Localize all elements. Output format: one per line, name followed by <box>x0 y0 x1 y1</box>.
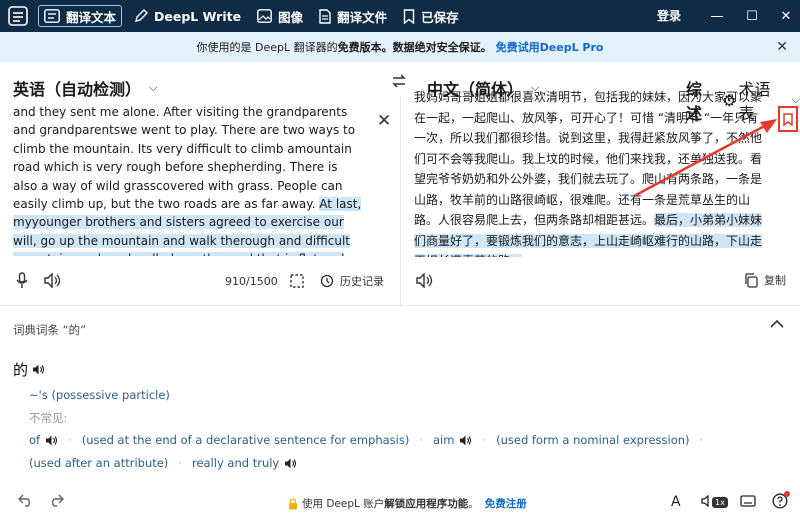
chevron-down-icon: ⌵ <box>791 93 800 106</box>
entry-really[interactable]: really and truly <box>192 456 279 470</box>
tab-translate-file[interactable]: 翻译文件 <box>313 0 393 32</box>
history-button[interactable]: 历史记录 <box>320 273 384 289</box>
speed-badge[interactable]: 1x <box>712 497 728 508</box>
deepl-logo-icon <box>8 6 28 26</box>
banner-bold: 免费版本。 <box>337 41 393 54</box>
save-translation-button[interactable] <box>778 106 798 132</box>
history-label: 历史记录 <box>340 275 384 288</box>
try-pro-link[interactable]: 免费试用DeepL Pro <box>496 39 604 55</box>
speaker-icon[interactable] <box>284 458 297 469</box>
bookmark-icon <box>783 112 793 126</box>
speaker-icon[interactable] <box>416 273 434 288</box>
uncommon-text: 不常见: <box>29 411 68 425</box>
source-language-select[interactable]: 英语（自动检测） ⌵ <box>13 76 157 100</box>
uncommon-label: 不常见: <box>29 410 67 426</box>
tab-saved[interactable]: 已保存 <box>397 0 465 32</box>
bookmark-icon <box>403 8 415 24</box>
promo-banner: 你使用的是 DeepL 翻译器的 免费版本。 数据绝对安全保证。 免费试用Dee… <box>0 32 800 62</box>
copy-label: 复制 <box>764 274 786 287</box>
separator-dot: · <box>482 433 487 447</box>
section-divider <box>0 305 800 306</box>
separator-dot: · <box>68 433 72 447</box>
banner-text: 你使用的是 DeepL 翻译器的 <box>196 41 338 54</box>
headword: 的 <box>13 361 29 379</box>
swap-languages-icon[interactable] <box>391 73 407 89</box>
entry-emphasis[interactable]: (used at the end of a declarative senten… <box>82 433 410 447</box>
redo-icon[interactable] <box>47 493 65 507</box>
source-text: and they sent me alone. After visiting t… <box>13 105 356 212</box>
panel-divider <box>400 96 401 306</box>
close-icon[interactable]: ✕ <box>776 39 788 55</box>
document-icon <box>319 8 331 24</box>
character-counter: 910/1500 <box>225 275 278 288</box>
footer-text-pre: 使用 DeepL 账户 <box>302 498 385 510</box>
tab-label: 图像 <box>278 9 304 25</box>
sense-text[interactable]: ~'s (possessive particle) <box>29 388 170 402</box>
keyboard-icon[interactable] <box>740 495 756 507</box>
chevron-up-icon[interactable] <box>769 317 785 331</box>
speaker-icon[interactable] <box>459 435 472 446</box>
tab-label: 已保存 <box>421 9 459 25</box>
tab-deepl-write[interactable]: DeepL Write <box>128 0 247 32</box>
banner-bold: 数据绝对安全保证。 <box>392 41 492 54</box>
tab-translate-text[interactable]: 翻译文本 <box>38 5 123 27</box>
tab-label: 翻译文本 <box>66 9 117 25</box>
entry-attribute[interactable]: (used after an attribute) <box>29 456 168 470</box>
entry-nominal[interactable]: (used form a nominal expression) <box>496 433 689 447</box>
history-icon <box>320 274 334 288</box>
select-area-icon[interactable] <box>290 274 304 288</box>
login-button[interactable]: 登录 <box>657 0 681 32</box>
entry-aim[interactable]: aim <box>433 433 454 447</box>
close-window-icon[interactable]: ✕ <box>772 0 800 32</box>
footer-text-post: 。 <box>468 498 479 510</box>
target-text-area[interactable]: 我妈妈哥哥姐姐都很喜欢清明节，包括我的妹妹，因为大家可以聚在一起，一起爬山、放风… <box>414 87 764 257</box>
separator-dot: · <box>699 433 704 447</box>
dictionary-entries-row: (used after an attribute) · really and t… <box>29 456 297 470</box>
speaker-icon[interactable] <box>44 273 62 288</box>
chevron-down-icon: ⌵ <box>149 81 158 94</box>
dictionary-sense: ~'s (possessive particle) <box>29 388 170 402</box>
font-size-icon[interactable]: A <box>671 494 681 510</box>
minimize-icon[interactable]: — <box>703 0 731 32</box>
undo-icon[interactable] <box>17 493 35 507</box>
microphone-icon[interactable] <box>16 272 28 289</box>
dictionary-heading: 词典词条 “的” <box>13 323 87 337</box>
register-link[interactable]: 免费注册 <box>485 496 527 511</box>
source-text-area[interactable]: and they sent me alone. After visiting t… <box>13 103 365 256</box>
pen-icon <box>135 9 149 22</box>
maximize-icon[interactable]: ☐ <box>738 0 766 32</box>
target-text: 我妈妈哥哥姐姐都很喜欢清明节，包括我的妹妹，因为大家可以聚在一起，一起爬山、放风… <box>414 90 763 227</box>
dictionary-entries-row: of · (used at the end of a declarative s… <box>29 433 713 447</box>
dictionary-word: 的 <box>13 359 45 380</box>
separator-dot: · <box>419 433 423 447</box>
footer-message: 使用 DeepL 账户 解锁应用程序功能 。 免费注册 <box>288 496 527 511</box>
translate-icon <box>44 9 60 23</box>
speaker-icon[interactable] <box>45 435 58 446</box>
tab-label: DeepL Write <box>154 8 242 24</box>
title-bar: 翻译文本 DeepL Write 图像 翻译文件 已保存 登录 — ☐ ✕ <box>0 0 800 32</box>
source-language-label: 英语（自动检测） <box>13 80 142 99</box>
copy-icon <box>745 272 758 288</box>
notification-dot <box>784 491 790 497</box>
clear-text-icon[interactable]: ✕ <box>377 111 391 131</box>
separator-dot: · <box>178 456 182 470</box>
tab-image[interactable]: 图像 <box>251 0 309 32</box>
entry-of[interactable]: of <box>29 433 40 447</box>
lock-icon <box>289 497 297 509</box>
image-icon <box>257 9 272 23</box>
footer-text-bold: 解锁应用程序功能 <box>384 498 469 510</box>
tab-label: 翻译文件 <box>337 9 388 25</box>
speaker-icon[interactable] <box>32 364 45 375</box>
copy-button[interactable]: 复制 <box>744 272 786 288</box>
